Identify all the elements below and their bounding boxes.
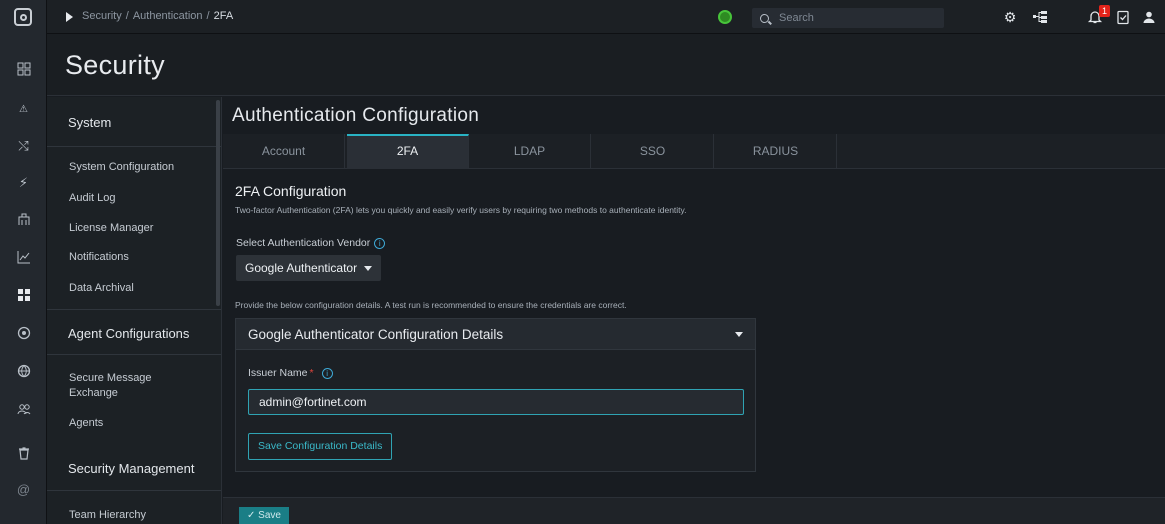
icon-rail: ⚠ ⤭ ⚡ @ (0, 34, 47, 524)
breadcrumb-authentication[interactable]: Authentication (133, 10, 203, 22)
panel-title: Google Authenticator Configuration Detai… (248, 327, 504, 342)
page-header: Security (47, 34, 1165, 96)
issuer-label-text: Issuer Name (248, 367, 308, 379)
target-icon[interactable] (0, 326, 47, 344)
breadcrumb-2fa: 2FA (213, 10, 234, 22)
nav-section-agent-configurations[interactable]: Agent Configurations (47, 309, 221, 355)
save-configuration-button[interactable]: Save Configuration Details (248, 433, 393, 460)
footer-bar: ✓ Save (223, 497, 1165, 524)
automation-icon[interactable]: ⚡ (0, 175, 47, 191)
section-title: 2FA Configuration (235, 183, 347, 199)
tab-radius[interactable]: RADIUS (715, 134, 837, 169)
vendor-dropdown[interactable]: Google Authenticator (236, 255, 382, 281)
tab-account[interactable]: Account (223, 134, 345, 169)
info-icon[interactable]: i (374, 237, 386, 249)
info-icon[interactable]: i (321, 367, 333, 379)
at-icon[interactable]: @ (0, 482, 47, 498)
globe-icon[interactable] (0, 364, 47, 382)
chevron-down-icon (735, 332, 743, 337)
vendor-label-text: Select Authentication Vendor (236, 237, 371, 249)
nav-item-system-configuration[interactable]: System Configuration (69, 160, 219, 175)
breadcrumb: Security / Authentication/2FA (82, 10, 234, 22)
nav-item-audit-log[interactable]: Audit Log (69, 191, 219, 206)
nav-item-secure-message-exchange[interactable]: Secure Message Exchange (69, 371, 179, 401)
nav-item-team-hierarchy[interactable]: Team Hierarchy (69, 508, 219, 523)
breadcrumb-security[interactable]: Security (82, 10, 122, 22)
apps-icon[interactable] (0, 288, 47, 306)
chevron-down-icon (364, 266, 373, 272)
building-icon[interactable] (0, 212, 47, 230)
nav-item-agents[interactable]: Agents (69, 416, 219, 431)
notification-badge: 1 (1099, 5, 1110, 17)
hierarchy-icon[interactable] (1032, 9, 1048, 25)
clipboard-icon[interactable] (1115, 9, 1131, 25)
nav-item-data-archival[interactable]: Data Archival (69, 281, 219, 296)
nav-section-system[interactable]: System (47, 97, 221, 147)
chart-icon[interactable] (0, 250, 47, 268)
trash-icon[interactable] (0, 446, 47, 464)
config-panel: Google Authenticator Configuration Detai… (235, 318, 756, 472)
nav-section-security-management[interactable]: Security Management (47, 446, 221, 491)
tab-sso[interactable]: SSO (592, 134, 714, 169)
settings-icon[interactable]: ⚙ (1002, 9, 1018, 25)
config-note: Provide the below configuration details.… (235, 300, 627, 310)
main-title: Authentication Configuration (232, 105, 480, 126)
top-bar: Security/Authentication/2FA ⚙ 1 (0, 0, 1165, 34)
section-description: Two-factor Authentication (2FA) lets you… (235, 205, 687, 215)
search-box[interactable] (752, 8, 944, 28)
left-nav-scrollbar[interactable] (216, 100, 220, 306)
nav-item-license-manager[interactable]: License Manager (69, 221, 219, 236)
status-icon[interactable] (718, 10, 732, 24)
dashboard-icon[interactable] (0, 62, 47, 80)
main-content: Authentication Configuration Account 2FA… (223, 97, 1165, 497)
users-icon[interactable] (0, 402, 47, 420)
page-title: Security (65, 50, 165, 80)
search-input[interactable] (779, 12, 929, 24)
breadcrumb-toggle-icon[interactable] (66, 12, 73, 22)
vendor-label: Select Authentication Vendor i (236, 237, 386, 249)
logo-icon[interactable] (0, 0, 47, 34)
left-nav: System System Configuration Audit Log Li… (47, 97, 222, 524)
issuer-name-input[interactable] (248, 389, 744, 415)
vendor-dropdown-value: Google Authenticator (245, 261, 358, 275)
search-icon (760, 13, 769, 23)
save-button[interactable]: ✓ Save (239, 507, 289, 524)
required-mark: * (309, 367, 314, 379)
tab-2fa[interactable]: 2FA (347, 134, 469, 169)
issuer-label: Issuer Name * i (248, 367, 333, 379)
nav-item-notifications[interactable]: Notifications (69, 250, 219, 265)
tab-ldap[interactable]: LDAP (469, 134, 591, 169)
tab-bar: Account 2FA LDAP SSO RADIUS (223, 134, 1165, 169)
incidents-icon[interactable]: ⚠ (0, 102, 47, 118)
shuffle-icon[interactable]: ⤭ (0, 138, 47, 154)
user-icon[interactable] (1141, 9, 1157, 25)
panel-header[interactable]: Google Authenticator Configuration Detai… (236, 319, 755, 350)
